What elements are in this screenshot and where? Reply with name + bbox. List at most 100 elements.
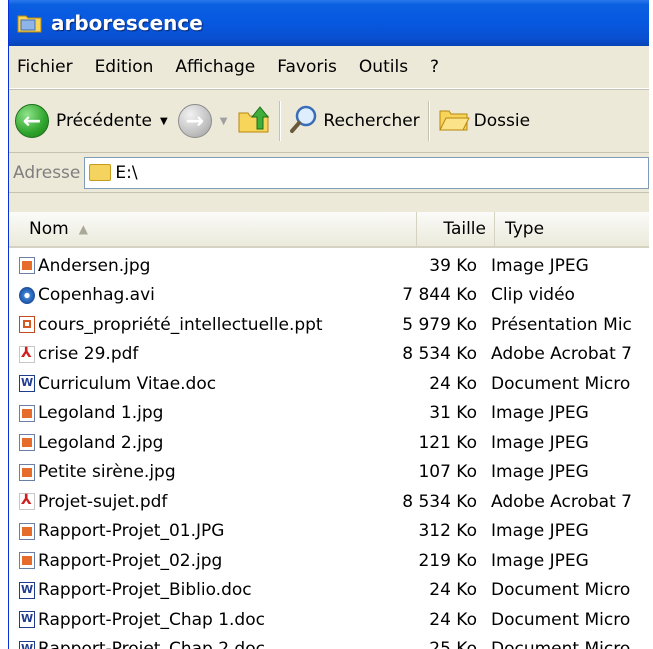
column-header-size[interactable]: Taille bbox=[417, 212, 495, 246]
column-name-label: Nom bbox=[29, 219, 69, 239]
file-size: 24 Ko bbox=[429, 580, 477, 601]
forward-button[interactable]: → bbox=[177, 104, 212, 138]
back-label: Précédente bbox=[56, 111, 152, 131]
file-type: Document Micro bbox=[491, 609, 631, 630]
file-name-cell: Rapport-Projet_Biblio.doc bbox=[9, 580, 375, 600]
doc-file-icon bbox=[19, 375, 35, 393]
file-size: 24 Ko bbox=[429, 373, 477, 394]
sort-ascending-icon: ▲ bbox=[78, 222, 88, 236]
address-bar: Adresse E:\ bbox=[9, 153, 649, 193]
folders-button[interactable]: Dossie bbox=[438, 105, 530, 138]
toolbar-separator-2 bbox=[427, 101, 430, 141]
file-name-cell: Andersen.jpg bbox=[9, 256, 375, 276]
file-size: 39 Ko bbox=[429, 255, 477, 276]
file-type: Image JPEG bbox=[491, 432, 589, 453]
file-type: Clip vidéo bbox=[491, 285, 575, 306]
folders-icon bbox=[438, 105, 470, 138]
menu-favoris[interactable]: Favoris bbox=[277, 57, 337, 77]
up-folder-button[interactable] bbox=[237, 103, 271, 140]
file-name: Rapport-Projet_Chap 1.doc bbox=[38, 609, 265, 630]
file-type: Image JPEG bbox=[491, 462, 589, 483]
jpg-file-icon bbox=[19, 463, 35, 481]
address-field[interactable]: E:\ bbox=[84, 156, 649, 189]
file-row[interactable]: Petite sirène.jpg 107 Ko Image JPEG bbox=[9, 458, 649, 488]
file-name: crise 29.pdf bbox=[38, 344, 139, 365]
doc-file-icon bbox=[19, 611, 35, 629]
file-type: Image JPEG bbox=[491, 255, 589, 276]
file-name: Rapport-Projet_Chap 2.doc bbox=[38, 639, 265, 649]
file-type: Image JPEG bbox=[491, 521, 589, 542]
menu-edition[interactable]: Edition bbox=[95, 57, 154, 77]
file-size: 5 979 Ko bbox=[402, 314, 477, 335]
file-size: 7 844 Ko bbox=[402, 285, 477, 306]
drive-folder-icon bbox=[89, 164, 112, 181]
file-name-cell: Projet-sujet.pdf bbox=[9, 492, 375, 512]
doc-file-icon bbox=[19, 581, 35, 599]
file-row[interactable]: Projet-sujet.pdf 8 534 Ko Adobe Acrobat 7 bbox=[9, 487, 649, 517]
file-name: Petite sirène.jpg bbox=[38, 462, 176, 483]
file-type: Adobe Acrobat 7 bbox=[491, 344, 632, 365]
pdf-file-icon bbox=[19, 492, 35, 511]
back-button[interactable]: ← Précédente bbox=[15, 104, 152, 138]
jpg-file-icon bbox=[19, 552, 35, 570]
file-name-cell: crise 29.pdf bbox=[9, 344, 375, 364]
column-headers: Nom ▲ Taille Type bbox=[9, 212, 649, 248]
file-name: Projet-sujet.pdf bbox=[38, 491, 168, 512]
column-header-name[interactable]: Nom ▲ bbox=[9, 212, 417, 246]
search-button[interactable]: Rechercher bbox=[289, 104, 420, 139]
file-name-cell: Rapport-Projet_02.jpg bbox=[9, 551, 375, 571]
file-type: Document Micro bbox=[491, 580, 631, 601]
file-name: Legoland 1.jpg bbox=[38, 403, 164, 424]
file-row[interactable]: Rapport-Projet_02.jpg 219 Ko Image JPEG bbox=[9, 546, 649, 576]
avi-file-icon bbox=[19, 286, 35, 304]
file-name: Curriculum Vitae.doc bbox=[38, 373, 217, 394]
file-name: Rapport-Projet_02.jpg bbox=[38, 550, 223, 571]
file-type: Document Micro bbox=[485, 639, 649, 649]
doc-file-icon bbox=[19, 640, 35, 649]
file-rows: Andersen.jpg 39 Ko Image JPEG Copenhag.avi 7… bbox=[9, 248, 649, 649]
file-name-cell: Legoland 1.jpg bbox=[9, 403, 375, 423]
file-name: Legoland 2.jpg bbox=[38, 432, 164, 453]
menu-outils[interactable]: Outils bbox=[359, 57, 408, 77]
file-row[interactable]: crise 29.pdf 8 534 Ko Adobe Acrobat 7 bbox=[9, 340, 649, 370]
column-header-type[interactable]: Type bbox=[495, 212, 649, 246]
file-row[interactable]: Andersen.jpg 39 Ko Image JPEG bbox=[9, 251, 649, 281]
file-row[interactable]: Curriculum Vitae.doc 24 Ko Document Micro bbox=[9, 369, 649, 399]
file-size: 8 534 Ko bbox=[402, 344, 477, 365]
file-row[interactable]: Rapport-Projet_Chap 2.doc 25 KoDocument M… bbox=[9, 635, 649, 649]
up-folder-icon bbox=[237, 103, 271, 140]
file-name: Andersen.jpg bbox=[38, 255, 151, 276]
menu-affichage[interactable]: Affichage bbox=[175, 57, 255, 77]
file-type: Adobe Acrobat 7 bbox=[491, 491, 632, 512]
file-size: 8 534 Ko bbox=[402, 491, 477, 512]
file-row[interactable]: Rapport-Projet_01.JPG 312 Ko Image JPEG bbox=[9, 517, 649, 547]
menu-help[interactable]: ? bbox=[430, 57, 439, 77]
file-name: Copenhag.avi bbox=[38, 285, 155, 306]
file-row[interactable]: Legoland 1.jpg 31 Ko Image JPEG bbox=[9, 399, 649, 429]
file-name-cell: Petite sirène.jpg bbox=[9, 462, 375, 482]
jpg-file-icon bbox=[19, 434, 35, 452]
file-row[interactable]: cours_propriété_intellectuelle.ppt 5 979 … bbox=[9, 310, 649, 340]
column-size-label: Taille bbox=[443, 219, 486, 239]
jpg-file-icon bbox=[19, 404, 35, 422]
file-name-cell: cours_propriété_intellectuelle.ppt bbox=[9, 315, 375, 335]
file-name-cell: Curriculum Vitae.doc bbox=[9, 374, 375, 394]
back-dropdown-icon[interactable]: ▼ bbox=[160, 116, 168, 127]
window-title: arborescence bbox=[51, 11, 203, 35]
file-name: cours_propriété_intellectuelle.ppt bbox=[38, 314, 323, 335]
forward-dropdown-icon[interactable]: ▼ bbox=[220, 116, 228, 127]
file-row[interactable]: Rapport-Projet_Chap 1.doc 24 Ko Document M… bbox=[9, 605, 649, 635]
menu-fichier[interactable]: Fichier bbox=[17, 57, 73, 77]
title-bar[interactable]: arborescence bbox=[9, 0, 649, 46]
column-type-label: Type bbox=[505, 219, 545, 239]
file-row[interactable]: Legoland 2.jpg 121 Ko Image JPEG bbox=[9, 428, 649, 458]
file-row[interactable]: Rapport-Projet_Biblio.doc 24 Ko Document M… bbox=[9, 576, 649, 606]
file-size: 312 Ko bbox=[418, 521, 477, 542]
file-row[interactable]: Copenhag.avi 7 844 Ko Clip vidéo bbox=[9, 281, 649, 311]
file-type: Document Micro bbox=[491, 373, 631, 394]
forward-arrow-icon: → bbox=[177, 104, 212, 138]
file-size: 219 Ko bbox=[418, 550, 477, 571]
search-label: Rechercher bbox=[323, 111, 420, 131]
back-arrow-icon: ← bbox=[15, 104, 49, 138]
file-size: 24 Ko bbox=[429, 609, 477, 630]
